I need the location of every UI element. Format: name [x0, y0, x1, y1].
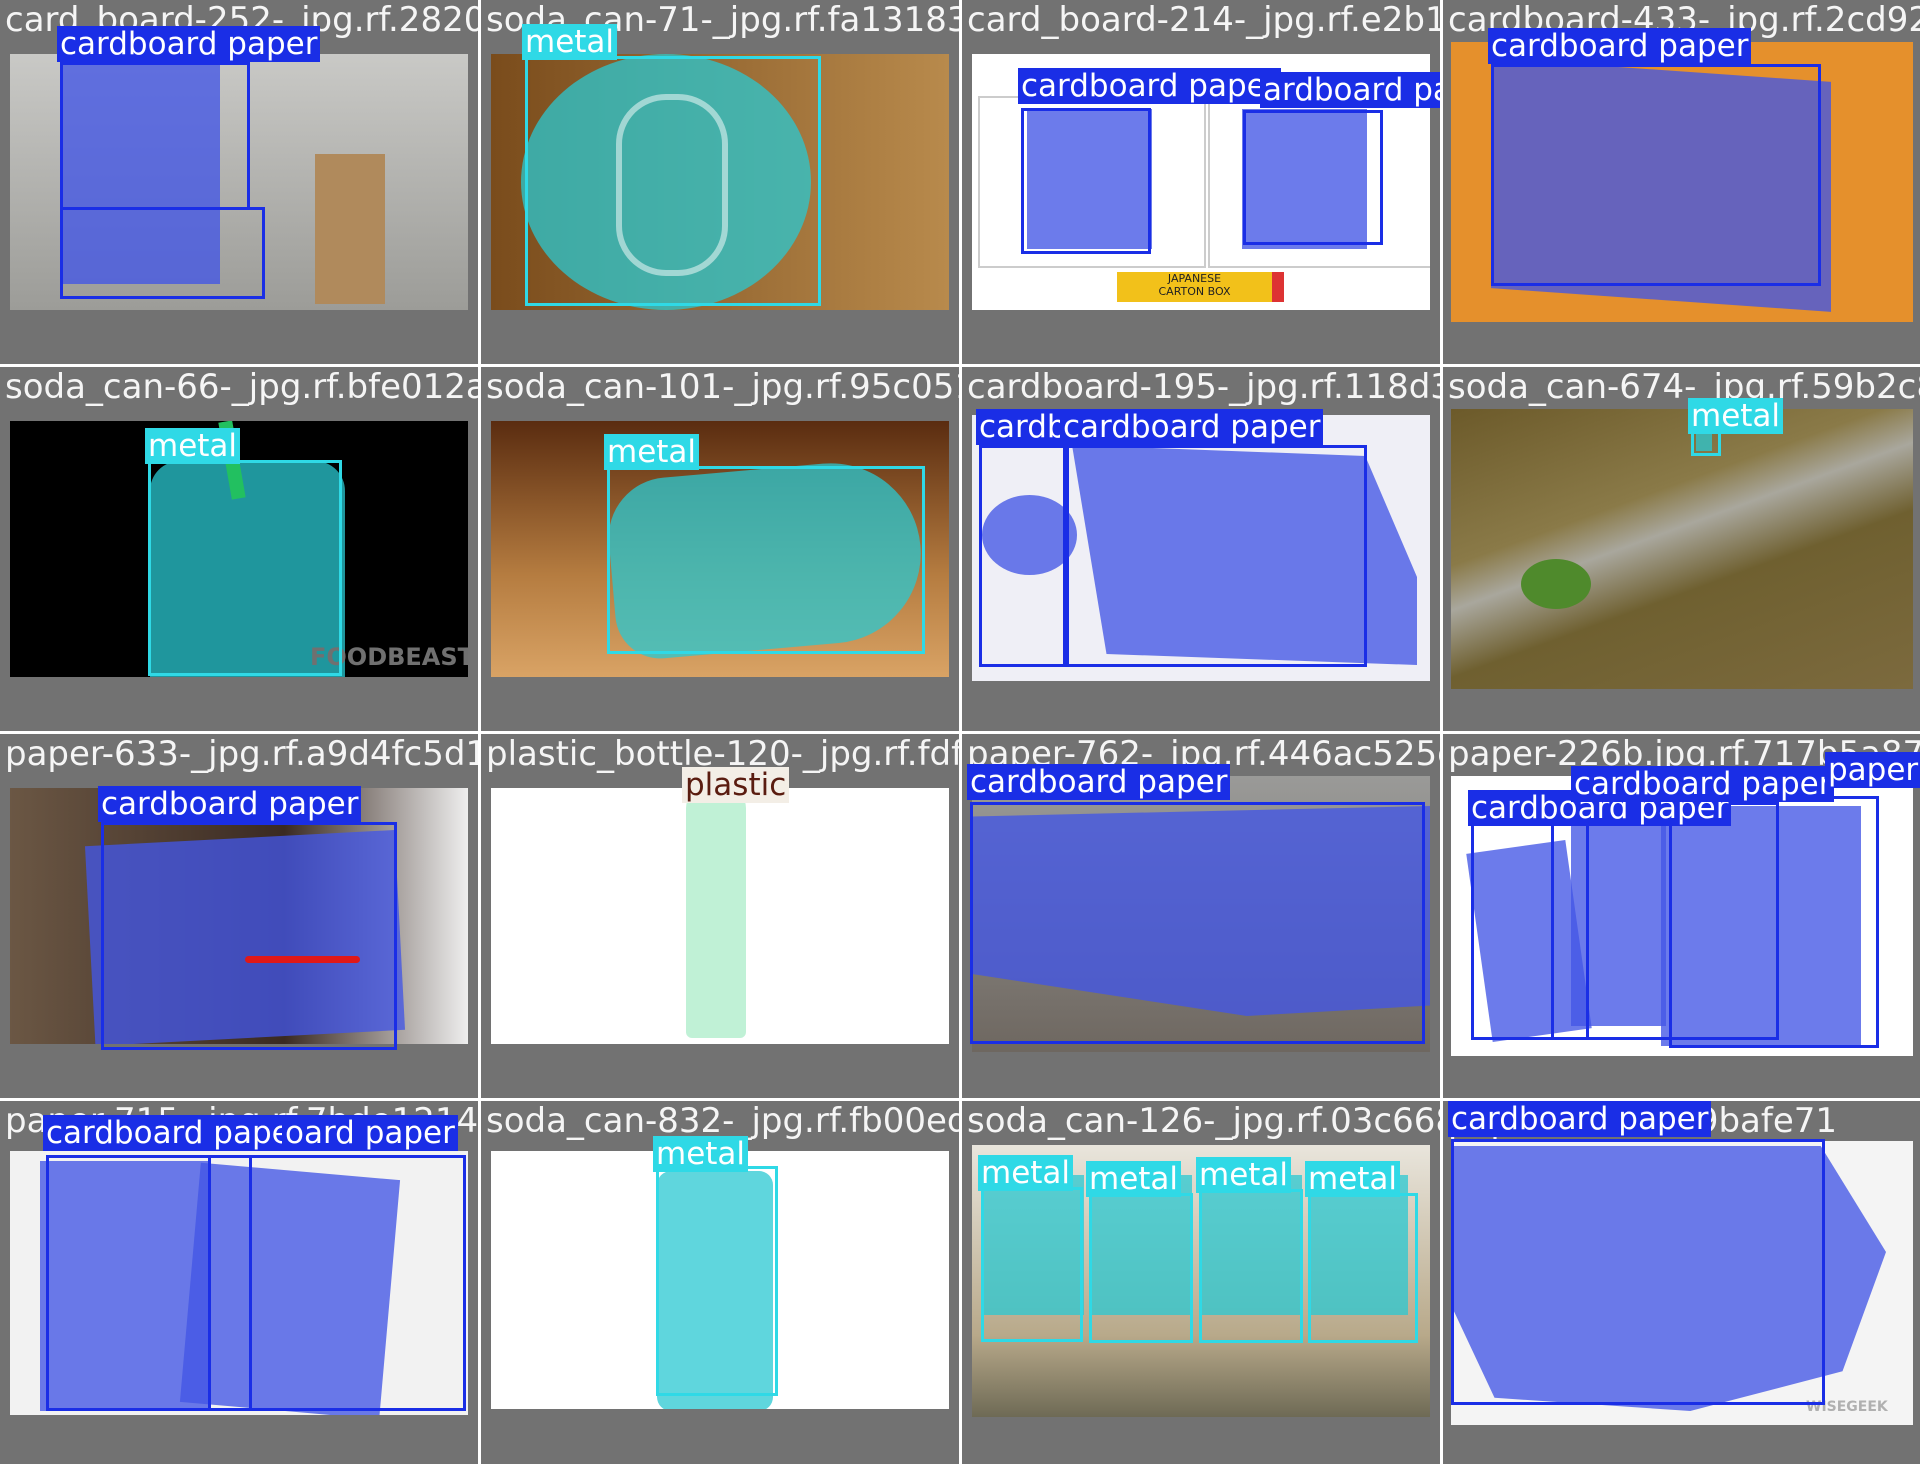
- detection-box-metal: [656, 1166, 778, 1396]
- detection-box-cardboard: [1451, 1139, 1825, 1405]
- detection-label-metal: metal: [1196, 1157, 1292, 1193]
- detection-label-cardboard: cardboard paper: [43, 1115, 307, 1151]
- tile-r0c0: card_board-252-_jpg.rf.28203e4a5d18a7f97…: [0, 0, 478, 364]
- detection-label-metal: metal: [1688, 398, 1784, 434]
- detection-label-cardboard: cardboard paper: [1488, 28, 1752, 64]
- detection-label-plastic: plastic: [682, 767, 790, 803]
- detection-label-metal: metal: [1305, 1161, 1401, 1197]
- tile-r0c2: card_board-214-_jpg.rf.e2b14eac4ad641 JA…: [962, 0, 1440, 364]
- detection-label-cardboard: ardboard paper: [1260, 72, 1440, 108]
- detection-box-cardboard: [1063, 445, 1367, 667]
- detection-box-metal: [981, 1187, 1083, 1342]
- tile-filename: soda_can-832-_jpg.rf.fb00ed8078d8fb53aa1: [486, 1101, 959, 1141]
- detection-box-cardboard: [970, 802, 1425, 1044]
- tile-r3c3: paper-.624e5d9bafe71 WISEGEEK cardboard …: [1443, 1101, 1920, 1464]
- tile-r1c2: cardboard-195-_jpg.rf.118d39d5d2f1fbea c…: [962, 367, 1440, 731]
- detection-box-cardboard: [1669, 796, 1879, 1048]
- detection-label-cardboard: paper: [1825, 752, 1920, 788]
- detection-label-cardboard: cardboard paper: [1060, 409, 1324, 445]
- detection-box-cardboard: [1491, 64, 1821, 286]
- detection-label-cardboard: cardboard paper: [1018, 68, 1282, 104]
- detection-label-metal: metal: [978, 1155, 1074, 1191]
- plastic-mask: [686, 788, 746, 1038]
- tile-r2c3: paper-226b.jpg.rf.717b5a8743c0 cardboard…: [1443, 734, 1920, 1098]
- detection-box-cardboard: [60, 207, 265, 299]
- tile-filename: paper-633-_jpg.rf.a9d4fc5d1825316ab5f67: [5, 734, 478, 774]
- detection-box-metal: [148, 460, 342, 676]
- green-plant: [1521, 559, 1591, 609]
- robot-figure-small: [315, 154, 385, 304]
- detection-box-metal: [525, 56, 821, 306]
- tile-r2c1: plastic_bottle-120-_jpg.rf.fdf37462f4138…: [481, 734, 959, 1098]
- detection-label-cardboard: cardboard paper: [1448, 1101, 1712, 1137]
- detection-box-cardboard: [60, 62, 250, 210]
- detection-label-metal: metal: [522, 24, 618, 60]
- tile-r3c2: soda_can-126-_jpg.rf.03c66843c metal met…: [962, 1101, 1440, 1464]
- tile-r1c0: soda_can-66-_jpg.rf.bfe012af767dead2b649…: [0, 367, 478, 731]
- tile-r2c2: paper-762-_jpg.rf.446ac525ec21052a1587 c…: [962, 734, 1440, 1098]
- detection-box-cardboard: [1243, 110, 1383, 245]
- tile-r3c0: paper-715-_jpg.rf.7bde12142a2dbc6407da2b…: [0, 1101, 478, 1464]
- tile-photo: [491, 788, 949, 1044]
- detection-grid: card_board-252-_jpg.rf.28203e4a5d18a7f97…: [0, 0, 1920, 1464]
- detection-box-cardboard: [208, 1155, 466, 1411]
- detection-box-metal: [1089, 1193, 1193, 1343]
- tile-r0c3: cardboard-433-_jpg.rf.2cd922a5 cardboard…: [1443, 0, 1920, 364]
- detection-label-cardboard: cardboard paper: [967, 764, 1231, 800]
- detection-box-metal: [1199, 1189, 1303, 1343]
- tile-photo: [1451, 409, 1913, 689]
- detection-label-cardboard: cardboard paper: [57, 26, 321, 62]
- detection-label-metal: metal: [1086, 1161, 1182, 1197]
- detection-label-metal: metal: [604, 434, 700, 470]
- japanese-carton-caption: JAPANESE CARTON BOX: [1117, 272, 1284, 302]
- detection-label-cardboard: cardboard paper: [1571, 766, 1835, 802]
- detection-box-cardboard: [1021, 108, 1151, 254]
- detection-label-metal: metal: [145, 428, 241, 464]
- tile-r1c3: soda_can-674-_jpg.rf.59b2c8758 metal: [1443, 367, 1920, 731]
- detection-box-cardboard: [979, 445, 1069, 667]
- tile-filename: soda_can-101-_jpg.rf.95c05114acfa8f92ad: [486, 367, 959, 407]
- detection-label-cardboard: cardboard paper: [98, 786, 362, 822]
- detection-label-cardboard: oard paper: [282, 1115, 458, 1151]
- tile-r3c1: soda_can-832-_jpg.rf.fb00ed8078d8fb53aa1…: [481, 1101, 959, 1464]
- detection-box-metal: [1308, 1193, 1418, 1343]
- tile-filename: cardboard-195-_jpg.rf.118d39d5d2f1fbea: [967, 367, 1440, 407]
- detection-label-cardboard: cardb: [976, 409, 1070, 445]
- tile-filename: soda_can-674-_jpg.rf.59b2c8758: [1448, 367, 1920, 407]
- tile-r1c1: soda_can-101-_jpg.rf.95c05114acfa8f92ad …: [481, 367, 959, 731]
- tile-filename: soda_can-126-_jpg.rf.03c66843c: [967, 1101, 1440, 1141]
- detection-label-metal: metal: [653, 1136, 749, 1172]
- detection-box-cardboard: [101, 822, 397, 1050]
- tile-filename: soda_can-66-_jpg.rf.bfe012af767dead2b649…: [5, 367, 478, 407]
- tile-r2c0: paper-633-_jpg.rf.a9d4fc5d1825316ab5f67 …: [0, 734, 478, 1098]
- tile-filename: card_board-214-_jpg.rf.e2b14eac4ad641: [967, 0, 1440, 40]
- detection-box-metal: [607, 466, 925, 654]
- tile-r0c1: soda_can-71-_jpg.rf.fa131834761797197 me…: [481, 0, 959, 364]
